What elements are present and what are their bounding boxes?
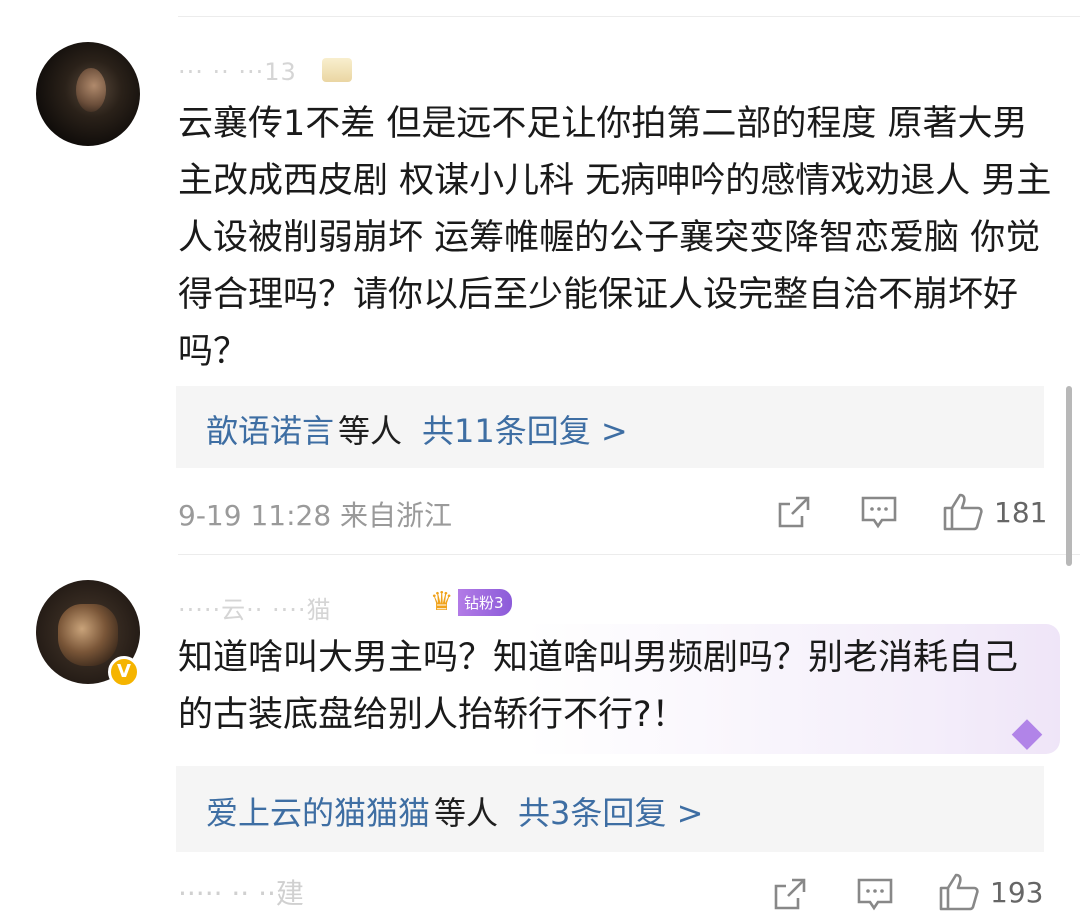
like-button[interactable]: 193 <box>938 872 1043 912</box>
like-count: 181 <box>994 495 1048 529</box>
replies-box[interactable]: 爱上云的猫猫猫 等人 共3条回复 > <box>176 766 1044 852</box>
reply-author[interactable]: 爱上云的猫猫猫 <box>206 794 430 832</box>
comment-text: 知道啥叫大男主吗？知道啥叫男频剧吗？别老消耗自己的古装底盘给别人抬轿行不行?！ <box>178 638 1019 735</box>
comment-meta: ····· ·· ··建 <box>178 877 304 910</box>
scrollbar[interactable] <box>1066 386 1072 566</box>
like-count: 193 <box>990 875 1044 909</box>
fan-badge[interactable]: ♛ 钻粉3 <box>430 586 512 618</box>
username[interactable]: ·····云·· ····猫 <box>178 590 332 625</box>
verified-v-badge: V <box>108 656 140 688</box>
reply-count-link[interactable]: 共11条回复 > <box>422 412 628 450</box>
comment-icon[interactable] <box>860 494 898 530</box>
share-icon[interactable] <box>772 876 808 912</box>
share-icon[interactable] <box>776 494 812 530</box>
replies-box[interactable]: 歆语诺言 等人 共11条回复 > <box>176 386 1044 468</box>
reply-count-link[interactable]: 共3条回复 > <box>518 794 703 832</box>
top-divider <box>178 16 1080 17</box>
comment-text: 云襄传1不差 但是远不足让你拍第二部的程度 原著大男主改成西皮剧 权谋小儿科 无… <box>178 104 1052 372</box>
comment-divider <box>178 554 1080 555</box>
avatar[interactable] <box>36 42 140 146</box>
comment-icon[interactable] <box>856 876 894 912</box>
reply-suffix: 等人 <box>338 412 403 450</box>
username[interactable]: ··· ·· ···13 <box>178 58 297 86</box>
like-icon <box>939 873 979 911</box>
fan-badge-label: 钻粉3 <box>458 588 512 616</box>
like-button[interactable]: 181 <box>942 492 1047 532</box>
like-icon <box>943 493 983 531</box>
reply-suffix: 等人 <box>434 794 499 832</box>
comment-meta: 9-19 11:28 来自浙江 <box>178 499 453 532</box>
crown-badge-icon <box>322 58 352 82</box>
diamond-gem-icon: ◆ <box>1011 709 1043 755</box>
reply-author[interactable]: 歆语诺言 <box>206 412 334 450</box>
